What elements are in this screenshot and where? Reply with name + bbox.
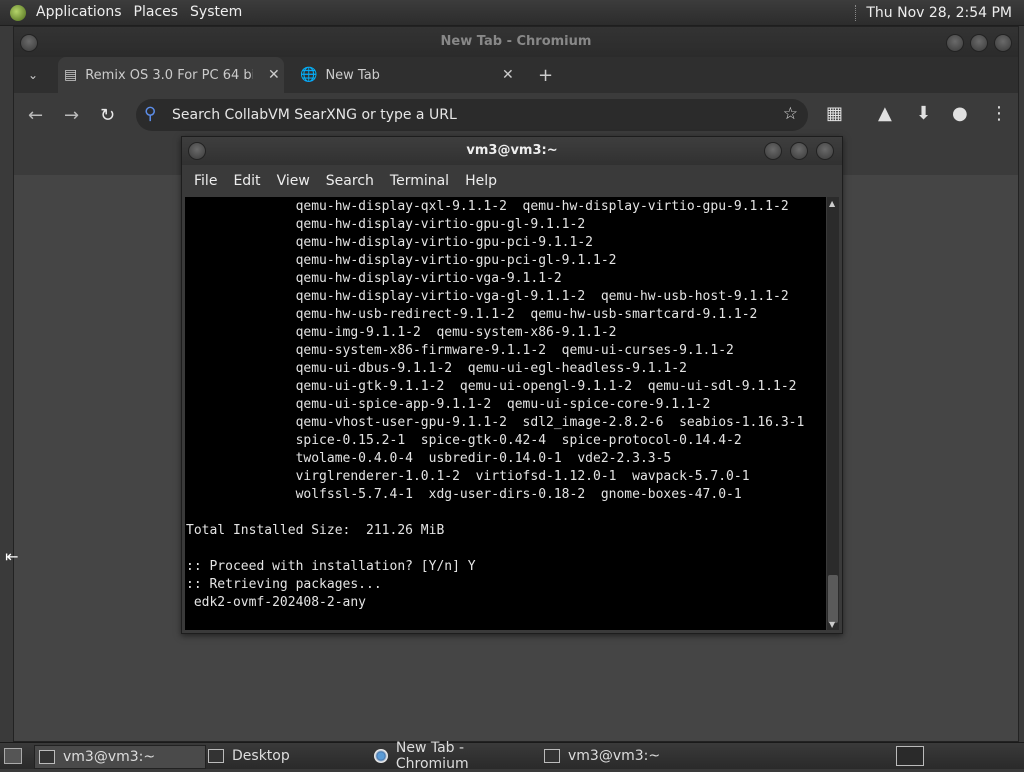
minimize-button[interactable] [764, 142, 782, 160]
address-bar[interactable]: ⚲ Search CollabVM SearXNG or type a URL … [136, 99, 808, 131]
places-menu[interactable]: Places [128, 0, 185, 25]
tab-label: New Tab [325, 67, 380, 83]
minimize-button[interactable] [946, 34, 964, 52]
menu-file[interactable]: File [186, 173, 225, 189]
applications-menu[interactable]: Applications [30, 0, 128, 25]
browser-titlebar[interactable]: New Tab - Chromium [14, 27, 1018, 57]
new-tab-plus-icon[interactable]: + [538, 57, 553, 93]
terminal-title: vm3@vm3:~ [466, 143, 558, 158]
window-menu-button[interactable] [188, 142, 206, 160]
taskbar-label: vm3@vm3:~ [63, 749, 156, 765]
maximize-button[interactable] [970, 34, 988, 52]
reload-icon[interactable]: ↻ [100, 105, 115, 126]
globe-icon: 🌐 [300, 67, 318, 83]
taskbar-label: New Tab - Chromium [395, 740, 469, 772]
bookmark-star-icon[interactable]: ☆ [783, 104, 798, 124]
panel-separator [855, 4, 858, 21]
close-button[interactable] [994, 34, 1012, 52]
menu-terminal[interactable]: Terminal [382, 173, 457, 189]
menu-search[interactable]: Search [318, 173, 382, 189]
terminal-menubar: File Edit View Search Terminal Help [182, 165, 842, 197]
archive-icon: ▤ [64, 67, 78, 83]
folder-icon [208, 749, 224, 763]
terminal-scrollbar[interactable]: ▲ ▼ [827, 197, 839, 630]
close-tab-icon[interactable]: ✕ [502, 67, 514, 83]
scroll-up-arrow-icon[interactable]: ▲ [829, 199, 835, 208]
terminal-text: qemu-hw-display-qxl-9.1.1-2 qemu-hw-disp… [186, 199, 805, 610]
terminal-icon [39, 750, 55, 764]
download-icon[interactable]: ⬇ [916, 103, 931, 124]
show-desktop-icon[interactable] [4, 748, 22, 764]
terminal-titlebar[interactable]: vm3@vm3:~ [182, 137, 842, 165]
back-icon[interactable]: ← [28, 105, 43, 126]
taskbar-label: vm3@vm3:~ [568, 748, 661, 764]
terminal-icon [544, 749, 560, 763]
system-menu[interactable]: System [184, 0, 248, 25]
omnibox-placeholder: Search CollabVM SearXNG or type a URL [172, 107, 457, 123]
top-panel: Applications Places System Thu Nov 28, 2… [0, 0, 1024, 26]
menu-view[interactable]: View [269, 173, 318, 189]
tab-strip: ⌄ ▤ Remix OS 3.0 For PC 64 bit L ✕ 🌐 New… [14, 57, 1018, 93]
menu-edit[interactable]: Edit [225, 173, 268, 189]
taskbar-item-desktop[interactable]: Desktop [204, 745, 370, 767]
scrollbar-thumb[interactable] [828, 575, 838, 623]
tab-search-chevron-icon[interactable]: ⌄ [28, 57, 38, 93]
bottom-panel: vm3@vm3:~ Desktop New Tab - Chromium vm3… [0, 740, 1024, 772]
tab-label: Remix OS 3.0 For PC 64 bit L [85, 67, 254, 83]
close-button[interactable] [816, 142, 834, 160]
extensions-icon[interactable]: ▦ [826, 103, 843, 124]
menu-help[interactable]: Help [457, 173, 505, 189]
labs-flask-icon[interactable]: ▲ [878, 103, 892, 124]
taskbar-label: Desktop [232, 748, 290, 764]
search-icon: ⚲ [144, 104, 157, 124]
terminal-output[interactable]: qemu-hw-display-qxl-9.1.1-2 qemu-hw-disp… [185, 197, 826, 630]
browser-title: New Tab - Chromium [440, 34, 592, 49]
scroll-down-arrow-icon[interactable]: ▼ [829, 620, 835, 629]
taskbar-item-terminal-2[interactable]: vm3@vm3:~ [540, 745, 706, 767]
maximize-button[interactable] [790, 142, 808, 160]
forward-icon[interactable]: → [64, 105, 79, 126]
gnome-foot-icon[interactable] [10, 4, 26, 21]
close-tab-icon[interactable]: ✕ [268, 67, 280, 83]
terminal-window: vm3@vm3:~ File Edit View Search Terminal… [181, 136, 843, 634]
clock[interactable]: Thu Nov 28, 2:54 PM [866, 5, 1012, 21]
taskbar-item-terminal[interactable]: vm3@vm3:~ [34, 745, 206, 769]
tab-remix-os[interactable]: ▤ Remix OS 3.0 For PC 64 bit L ✕ [58, 57, 284, 93]
mouse-cursor-icon: ⇤ [5, 547, 19, 566]
toolbar: ← → ↻ ⚲ Search CollabVM SearXNG or type … [14, 93, 1018, 137]
taskbar-item-chromium[interactable]: New Tab - Chromium [370, 740, 540, 772]
menu-kebab-icon[interactable]: ⋮ [990, 103, 1008, 124]
chromium-icon [374, 749, 388, 763]
profile-avatar-icon[interactable]: ● [952, 103, 968, 124]
tab-new-tab[interactable]: 🌐 New Tab ✕ [298, 57, 518, 93]
window-menu-button[interactable] [20, 34, 38, 52]
workspace-switcher[interactable] [896, 746, 924, 766]
